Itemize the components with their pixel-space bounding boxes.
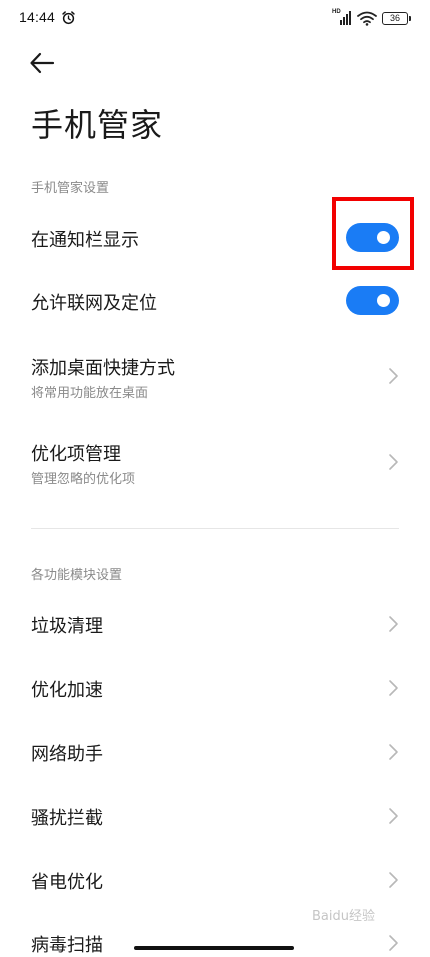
wifi-icon [357,11,377,26]
toggle-knob [377,294,390,307]
module-title: 垃圾清理 [31,616,103,637]
module-title: 省电优化 [31,872,103,893]
module-title: 病毒扫描 [31,935,103,956]
module-row-harassment-blocking[interactable]: 骚扰拦截 [0,786,430,846]
chevron-right-icon [389,454,398,470]
cellular-signal-icon: HD [332,9,352,26]
setting-title: 优化项管理 [31,444,121,465]
module-title: 骚扰拦截 [31,808,103,829]
module-row-network-assistant[interactable]: 网络助手 [0,722,430,782]
section-divider [31,528,399,529]
setting-row-allow-network-location[interactable]: 允许联网及定位 [0,270,430,332]
chevron-right-icon [389,935,398,951]
setting-title: 在通知栏显示 [31,230,139,251]
module-row-junk-cleanup[interactable]: 垃圾清理 [0,594,430,654]
section-header-manager-settings: 手机管家设置 [31,181,110,196]
page-title: 手机管家 [31,106,164,144]
setting-subtitle: 管理忽略的优化项 [31,472,136,487]
chevron-right-icon [389,616,398,632]
back-arrow-icon[interactable] [28,50,56,76]
status-time: 14:44 [19,9,56,25]
setting-title: 允许联网及定位 [31,293,157,314]
home-indicator-bar[interactable] [134,946,294,950]
chevron-right-icon [389,744,398,760]
network-location-toggle-switch[interactable] [346,286,399,315]
module-row-power-saving[interactable]: 省电优化 [0,850,430,910]
battery-level: 36 [389,13,400,23]
alarm-clock-icon [62,11,75,25]
module-row-optimize-speed[interactable]: 优化加速 [0,658,430,718]
setting-row-add-desktop-shortcut[interactable]: 添加桌面快捷方式 将常用功能放在桌面 [0,340,430,412]
setting-subtitle: 将常用功能放在桌面 [31,386,149,401]
battery-icon: 36 [382,11,411,25]
setting-row-optimization-management[interactable]: 优化项管理 管理忽略的优化项 [0,426,430,498]
highlight-annotation-box [332,197,414,270]
module-title: 网络助手 [31,744,103,765]
baidu-watermark: Baidu经验 [312,909,375,924]
chevron-right-icon [389,680,398,696]
status-bar: 14:44 HD 36 [0,0,430,38]
chevron-right-icon [389,368,398,384]
module-title: 优化加速 [31,680,103,701]
chevron-right-icon [389,808,398,824]
setting-title: 添加桌面快捷方式 [31,358,175,379]
chevron-right-icon [389,872,398,888]
status-icons: HD 36 [332,9,411,27]
section-header-module-settings: 各功能模块设置 [31,568,123,583]
